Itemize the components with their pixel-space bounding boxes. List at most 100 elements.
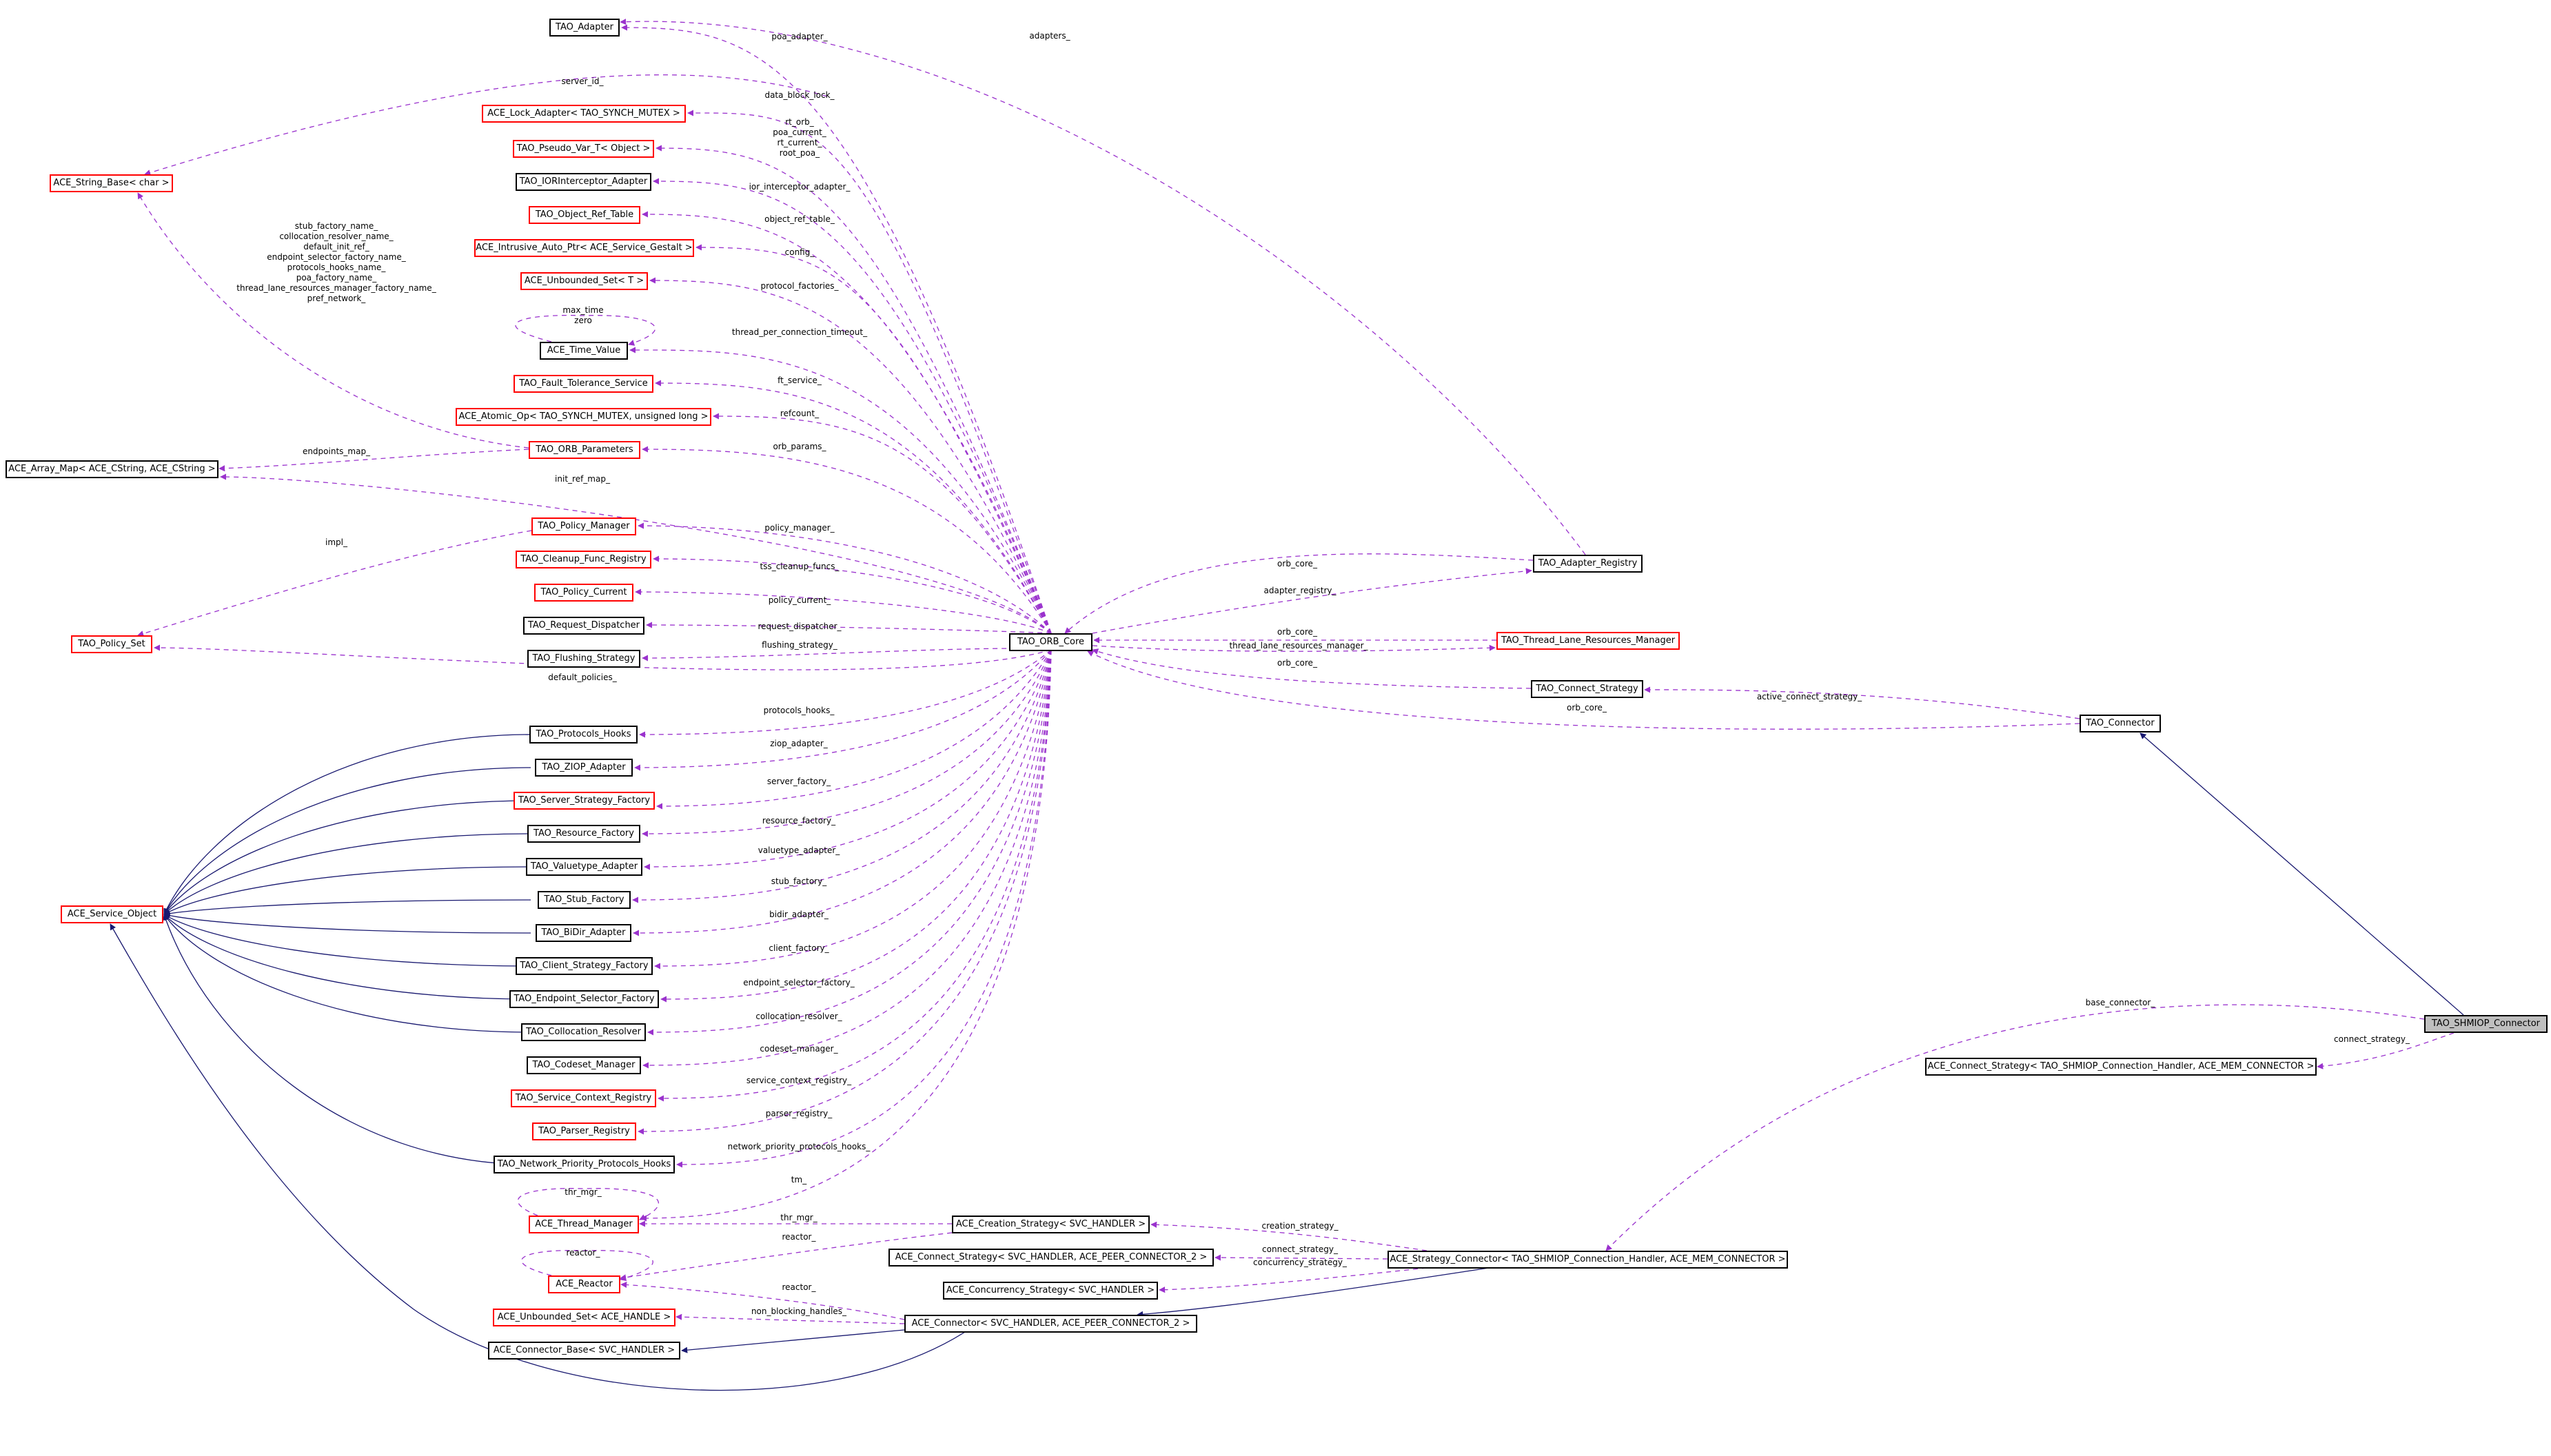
node-tao-ziop-adapter[interactable]: TAO_ZIOP_Adapter bbox=[535, 759, 633, 777]
edge-label-default-policies: default_policies_ bbox=[548, 673, 617, 682]
node-tao-connect-strategy[interactable]: TAO_Connect_Strategy bbox=[1531, 680, 1643, 698]
node-tao-bidir-adapter[interactable]: TAO_BiDir_Adapter bbox=[536, 924, 631, 942]
edge-inherit-service-object-0 bbox=[163, 734, 531, 915]
edge-base-connector bbox=[1605, 1004, 2425, 1251]
node-tao-thread-lane-resources-manager[interactable]: TAO_Thread_Lane_Resources_Manager bbox=[1496, 632, 1680, 650]
node-ace-connector-base[interactable]: ACE_Connector_Base< SVC_HANDLER > bbox=[488, 1342, 680, 1360]
edge-inherit-service-object-6 bbox=[163, 912, 531, 934]
node-tao-service-context-registry[interactable]: TAO_Service_Context_Registry bbox=[511, 1089, 656, 1107]
node-tao-fault-tolerance-service[interactable]: TAO_Fault_Tolerance_Service bbox=[514, 375, 653, 393]
node-ace-connect-strategy-shmiop[interactable]: ACE_Connect_Strategy< TAO_SHMIOP_Connect… bbox=[1925, 1058, 2317, 1076]
node-tao-collocation-resolver[interactable]: TAO_Collocation_Resolver bbox=[521, 1023, 646, 1041]
node-tao-orb-parameters[interactable]: TAO_ORB_Parameters bbox=[529, 441, 640, 459]
node-tao-policy-manager[interactable]: TAO_Policy_Manager bbox=[531, 517, 636, 535]
node-ace-concurrency-strategy[interactable]: ACE_Concurrency_Strategy< SVC_HANDLER > bbox=[943, 1282, 1158, 1300]
edge-label-time-values: max_time zero bbox=[562, 305, 604, 325]
edge-valuetype-adapter bbox=[644, 649, 1052, 870]
node-ace-intrusive-auto-ptr[interactable]: ACE_Intrusive_Auto_Ptr< ACE_Service_Gest… bbox=[474, 239, 694, 257]
node-tao-stub-factory[interactable]: TAO_Stub_Factory bbox=[538, 891, 631, 909]
edge-adapter-registry bbox=[1092, 568, 1532, 634]
node-tao-pseudo-var[interactable]: TAO_Pseudo_Var_T< Object > bbox=[513, 140, 654, 158]
node-tao-ior-interceptor-adapter[interactable]: TAO_IORInterceptor_Adapter bbox=[516, 173, 651, 191]
edge-ior-interceptor bbox=[653, 178, 1052, 634]
edge-label-impl: impl_ bbox=[325, 537, 347, 547]
node-ace-reactor[interactable]: ACE_Reactor bbox=[548, 1275, 620, 1293]
node-tao-connector[interactable]: TAO_Connector bbox=[2080, 715, 2161, 732]
node-tao-parser-registry[interactable]: TAO_Parser_Registry bbox=[532, 1122, 636, 1140]
edge-label-pseudo-vars: rt_orb_ poa_current_ rt_current_ root_po… bbox=[773, 117, 826, 158]
node-ace-lock-adapter[interactable]: ACE_Lock_Adapter< TAO_SYNCH_MUTEX > bbox=[482, 105, 686, 123]
node-tao-shmiop-connector[interactable]: TAO_SHMIOP_Connector bbox=[2424, 1015, 2548, 1033]
edge-client-factory bbox=[654, 649, 1052, 970]
edge-label-orb-core-connector: orb_core_ bbox=[1567, 703, 1607, 712]
edge-label-valuetype-adapter: valuetype_adapter_ bbox=[758, 845, 840, 855]
edge-inherit-service-object-4 bbox=[163, 866, 531, 915]
edge-label-reactor-creation: reactor_ bbox=[782, 1232, 816, 1242]
node-tao-server-strategy-factory[interactable]: TAO_Server_Strategy_Factory bbox=[514, 792, 655, 810]
edge-label-ft-service: ft_service_ bbox=[778, 376, 822, 385]
collaboration-diagram: TAO_Adapter ACE_Lock_Adapter< TAO_SYNCH_… bbox=[0, 0, 2551, 1456]
edge-label-thr-mgr: thr_mgr_ bbox=[780, 1213, 817, 1222]
node-ace-creation-strategy[interactable]: ACE_Creation_Strategy< SVC_HANDLER > bbox=[952, 1216, 1150, 1233]
edge-inherit-connector-base bbox=[681, 1329, 905, 1353]
node-tao-endpoint-selector-factory[interactable]: TAO_Endpoint_Selector_Factory bbox=[509, 990, 659, 1008]
node-ace-string-base[interactable]: ACE_String_Base< char > bbox=[50, 174, 173, 192]
edge-bidir-adapter bbox=[633, 649, 1052, 936]
edge-ziop-adapter bbox=[634, 649, 1052, 771]
edge-ft-service bbox=[655, 380, 1052, 634]
edge-label-policy-current: policy_current_ bbox=[768, 595, 831, 605]
edge-label-connect-strategy: connect_strategy_ bbox=[1262, 1244, 1338, 1254]
edge-label-endpoints-map: endpoints_map_ bbox=[302, 447, 371, 456]
node-tao-request-dispatcher[interactable]: TAO_Request_Dispatcher bbox=[523, 617, 644, 635]
node-ace-array-map[interactable]: ACE_Array_Map< ACE_CString, ACE_CString … bbox=[6, 460, 218, 478]
node-ace-unbounded-set-t[interactable]: ACE_Unbounded_Set< T > bbox=[520, 272, 648, 290]
node-ace-time-value[interactable]: ACE_Time_Value bbox=[540, 342, 628, 360]
edge-label-poa-adapter: poa_adapter_ bbox=[771, 32, 828, 41]
node-tao-adapter[interactable]: TAO_Adapter bbox=[549, 19, 620, 37]
node-tao-codeset-manager[interactable]: TAO_Codeset_Manager bbox=[527, 1056, 641, 1074]
edge-label-object-ref-table: object_ref_table_ bbox=[764, 214, 835, 224]
edge-label-ior-interceptor-adapter: ior_interceptor_adapter_ bbox=[749, 182, 851, 192]
edge-label-resource-factory: resource_factory_ bbox=[762, 816, 836, 826]
edge-label-codeset-manager: codeset_manager_ bbox=[760, 1044, 838, 1054]
node-tao-protocols-hooks[interactable]: TAO_Protocols_Hooks bbox=[529, 726, 638, 744]
edge-concurrency-strategy bbox=[1159, 1267, 1427, 1293]
node-ace-connect-strategy-peer2[interactable]: ACE_Connect_Strategy< SVC_HANDLER, ACE_P… bbox=[888, 1249, 1214, 1267]
edge-collocation-resolver bbox=[647, 649, 1052, 1036]
edge-label-thread-per-connection-timeout: thread_per_connection_timeout_ bbox=[731, 327, 868, 337]
node-ace-service-object[interactable]: ACE_Service_Object bbox=[61, 905, 163, 923]
edge-inherit-service-object-5 bbox=[163, 899, 531, 917]
node-ace-strategy-connector[interactable]: ACE_Strategy_Connector< TAO_SHMIOP_Conne… bbox=[1388, 1251, 1788, 1269]
node-tao-cleanup-func-registry[interactable]: TAO_Cleanup_Func_Registry bbox=[516, 551, 651, 568]
edge-label-init-ref-map: init_ref_map_ bbox=[555, 474, 610, 484]
edge-non-blocking-handles bbox=[675, 1313, 905, 1324]
node-tao-policy-current[interactable]: TAO_Policy_Current bbox=[534, 584, 633, 602]
node-ace-connector[interactable]: ACE_Connector< SVC_HANDLER, ACE_PEER_CON… bbox=[904, 1315, 1197, 1333]
edge-data-block-lock bbox=[687, 110, 1052, 634]
node-ace-atomic-op[interactable]: ACE_Atomic_Op< TAO_SYNCH_MUTEX, unsigned… bbox=[456, 408, 711, 426]
node-tao-flushing-strategy[interactable]: TAO_Flushing_Strategy bbox=[527, 650, 640, 668]
node-ace-unbounded-set-handle[interactable]: ACE_Unbounded_Set< ACE_HANDLE > bbox=[493, 1309, 675, 1326]
edge-label-flushing-strategy: flushing_strategy_ bbox=[762, 640, 837, 650]
edge-label-parser-registry: parser_registry_ bbox=[765, 1109, 833, 1118]
edge-label-non-blocking-handles: non_blocking_handles_ bbox=[751, 1306, 847, 1316]
node-ace-thread-manager[interactable]: ACE_Thread_Manager bbox=[529, 1216, 639, 1233]
edge-resource-factory bbox=[642, 649, 1052, 837]
node-tao-client-strategy-factory[interactable]: TAO_Client_Strategy_Factory bbox=[516, 957, 653, 975]
edge-inherit-tao-connector bbox=[2140, 732, 2464, 1016]
node-tao-valuetype-adapter[interactable]: TAO_Valuetype_Adapter bbox=[526, 858, 642, 876]
edge-label-stub-factory: stub_factory_ bbox=[771, 876, 827, 886]
edge-orb-params bbox=[642, 446, 1052, 634]
edge-inherit-service-object-10 bbox=[163, 914, 531, 1165]
node-tao-orb-core[interactable]: TAO_ORB_Core bbox=[1009, 633, 1092, 651]
node-tao-adapter-registry[interactable]: TAO_Adapter_Registry bbox=[1533, 555, 1643, 573]
edge-label-orb-params: orb_params_ bbox=[773, 442, 826, 451]
edge-label-active-connect-strategy: active_connect_strategy_ bbox=[1756, 692, 1862, 701]
edge-server-factory bbox=[656, 649, 1052, 810]
edge-label-adapters: adapters_ bbox=[1029, 31, 1070, 41]
edge-label-request-dispatcher: request_dispatcher_ bbox=[758, 622, 842, 631]
node-tao-policy-set[interactable]: TAO_Policy_Set bbox=[71, 635, 152, 653]
node-tao-network-priority-protocols-hooks[interactable]: TAO_Network_Priority_Protocols_Hooks bbox=[494, 1156, 675, 1173]
node-tao-object-ref-table[interactable]: TAO_Object_Ref_Table bbox=[529, 206, 640, 224]
node-tao-resource-factory[interactable]: TAO_Resource_Factory bbox=[527, 825, 640, 843]
